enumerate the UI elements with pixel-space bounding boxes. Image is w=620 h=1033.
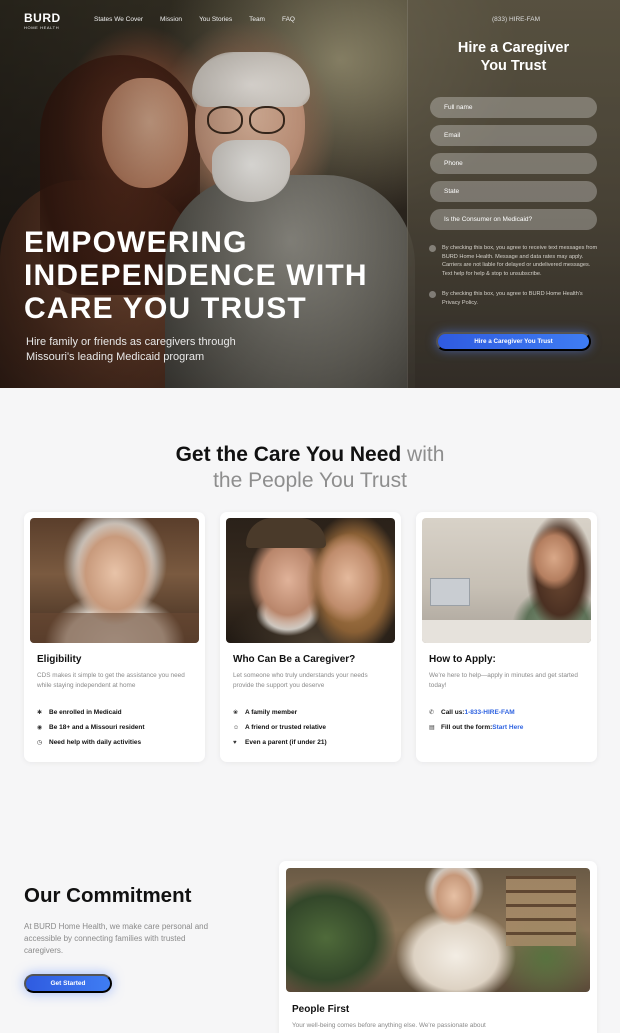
commitment-text: At BURD Home Health, we make care person… xyxy=(24,922,209,955)
nav-link-stories[interactable]: You Stories xyxy=(199,16,232,23)
people-first-photo-bookshelf xyxy=(506,876,576,946)
hero-title-line: EMPOWERING xyxy=(24,226,248,259)
caregiver-photo-hat xyxy=(246,518,326,548)
phone-input[interactable]: Phone xyxy=(430,153,597,174)
nav-link-mission[interactable]: Mission xyxy=(160,16,182,23)
caregiver-list: ❀ A family member ☺ A friend or trusted … xyxy=(233,705,327,750)
apply-list: ✆ Call us: 1-833-HIRE-FAM ▤ Fill out the… xyxy=(429,705,523,735)
caregiver-photo xyxy=(226,518,395,643)
privacy-consent: By checking this box, you agree to BURD … xyxy=(429,290,599,307)
call-label: Call us: xyxy=(441,709,465,716)
list-item-text: Need help with daily activities xyxy=(49,739,142,746)
get-started-button[interactable]: Get Started xyxy=(24,974,112,993)
people-first-photo xyxy=(286,868,590,992)
hire-caregiver-submit-button[interactable]: Hire a Caregiver You Trust xyxy=(436,332,591,351)
card-title: Eligibility xyxy=(37,654,82,665)
list-item-text: Be enrolled in Medicaid xyxy=(49,709,122,716)
list-item-text: Be 18+ and a Missouri resident xyxy=(49,724,145,731)
form-title-line: Hire a Caregiver xyxy=(457,40,570,56)
asterisk-icon: ✱ xyxy=(37,710,43,716)
nav-phone-link[interactable]: (833) HIRE-FAM xyxy=(492,16,540,23)
email-input[interactable]: Email xyxy=(430,125,597,146)
form-title-line: You Trust xyxy=(480,58,547,74)
card-title: How to Apply: xyxy=(429,654,496,665)
list-item-text: Even a parent (if under 21) xyxy=(245,739,327,746)
people-first-card: People First Your well-being comes befor… xyxy=(279,861,597,1033)
medicaid-select[interactable]: Is the Consumer on Medicaid? xyxy=(430,209,597,230)
nav-link-team[interactable]: Team xyxy=(249,16,265,23)
apply-photo xyxy=(422,518,591,643)
nav-link-faq[interactable]: FAQ xyxy=(282,16,295,23)
card-description: Your well-being comes before anything el… xyxy=(292,1022,486,1029)
hero-subtitle: Hire family or friends as caregivers thr… xyxy=(26,336,236,363)
state-select[interactable]: State xyxy=(430,181,597,202)
phone-icon: ✆ xyxy=(429,710,435,716)
logo-wordmark: BURD xyxy=(24,11,61,25)
list-item: ❀ A family member xyxy=(233,705,327,720)
sms-consent: By checking this box, you agree to recei… xyxy=(429,244,599,278)
top-navigation: BURD HOME HEALTH States We Cover Mission… xyxy=(0,0,620,40)
sms-consent-checkbox[interactable] xyxy=(429,245,436,252)
hero-title: EMPOWERING INDEPENDENCE WITH CARE YOU TR… xyxy=(24,226,404,325)
full-name-input[interactable]: Full name xyxy=(430,97,597,118)
brand-logo[interactable]: BURD HOME HEALTH xyxy=(24,12,61,30)
location-icon: ◉ xyxy=(37,725,43,731)
family-icon: ❀ xyxy=(233,710,239,716)
card-title: People First xyxy=(292,1004,350,1015)
caregiver-card: Who Can Be a Caregiver? Let someone who … xyxy=(220,512,401,762)
thumbs-up-icon: ♥ xyxy=(233,739,237,746)
eligibility-photo-table xyxy=(30,613,199,643)
list-item: ▤ Fill out the form: Start Here xyxy=(429,720,523,735)
list-item: ☺ A friend or trusted relative xyxy=(233,720,327,735)
how-to-apply-card: How to Apply: We're here to help—apply i… xyxy=(416,512,597,762)
apply-photo-desk xyxy=(422,620,591,643)
nav-link-states[interactable]: States We Cover xyxy=(94,16,143,23)
list-item: ♥ Even a parent (if under 21) xyxy=(233,735,327,750)
hero-title-line: CARE YOU TRUST xyxy=(24,292,307,325)
call-phone-link[interactable]: 1-833-HIRE-FAM xyxy=(464,709,514,716)
list-item: ✆ Call us: 1-833-HIRE-FAM xyxy=(429,705,523,720)
clock-icon: ◷ xyxy=(37,740,43,746)
care-title-light: with xyxy=(401,443,445,466)
list-item: ◷ Need help with daily activities xyxy=(37,735,145,750)
care-title-emphasis: Get the Care You Need xyxy=(175,443,402,466)
nav-links: States We Cover Mission You Stories Team… xyxy=(94,16,312,23)
card-description: CDS makes it simple to get the assistanc… xyxy=(37,672,185,689)
logo-subtitle: HOME HEALTH xyxy=(24,25,60,30)
card-description: Let someone who truly understands your n… xyxy=(233,672,368,689)
list-item-text: A friend or trusted relative xyxy=(245,724,327,731)
friend-icon: ☺ xyxy=(233,724,240,731)
form-icon: ▤ xyxy=(429,725,435,731)
care-title-light-2: the People You Trust xyxy=(213,469,407,492)
start-here-link[interactable]: Start Here xyxy=(492,724,523,731)
apply-photo-monitor xyxy=(430,578,470,606)
form-title: Hire a Caregiver You Trust xyxy=(407,39,620,75)
card-description: We're here to help—apply in minutes and … xyxy=(429,672,578,689)
care-section-title: Get the Care You Need with the People Yo… xyxy=(0,442,620,494)
privacy-consent-text: By checking this box, you agree to BURD … xyxy=(442,291,583,306)
list-item-text: A family member xyxy=(245,709,298,716)
privacy-consent-checkbox[interactable] xyxy=(429,291,436,298)
commitment-title: Our Commitment xyxy=(24,884,192,907)
sms-consent-text: By checking this box, you agree to recei… xyxy=(442,245,598,277)
form-label: Fill out the form: xyxy=(441,724,493,731)
eligibility-card: Eligibility CDS makes it simple to get t… xyxy=(24,512,205,762)
list-item: ◉ Be 18+ and a Missouri resident xyxy=(37,720,145,735)
eligibility-list: ✱ Be enrolled in Medicaid ◉ Be 18+ and a… xyxy=(37,705,145,750)
card-title: Who Can Be a Caregiver? xyxy=(233,654,356,665)
list-item: ✱ Be enrolled in Medicaid xyxy=(37,705,145,720)
eligibility-photo xyxy=(30,518,199,643)
hero-title-line: INDEPENDENCE WITH xyxy=(24,259,368,292)
